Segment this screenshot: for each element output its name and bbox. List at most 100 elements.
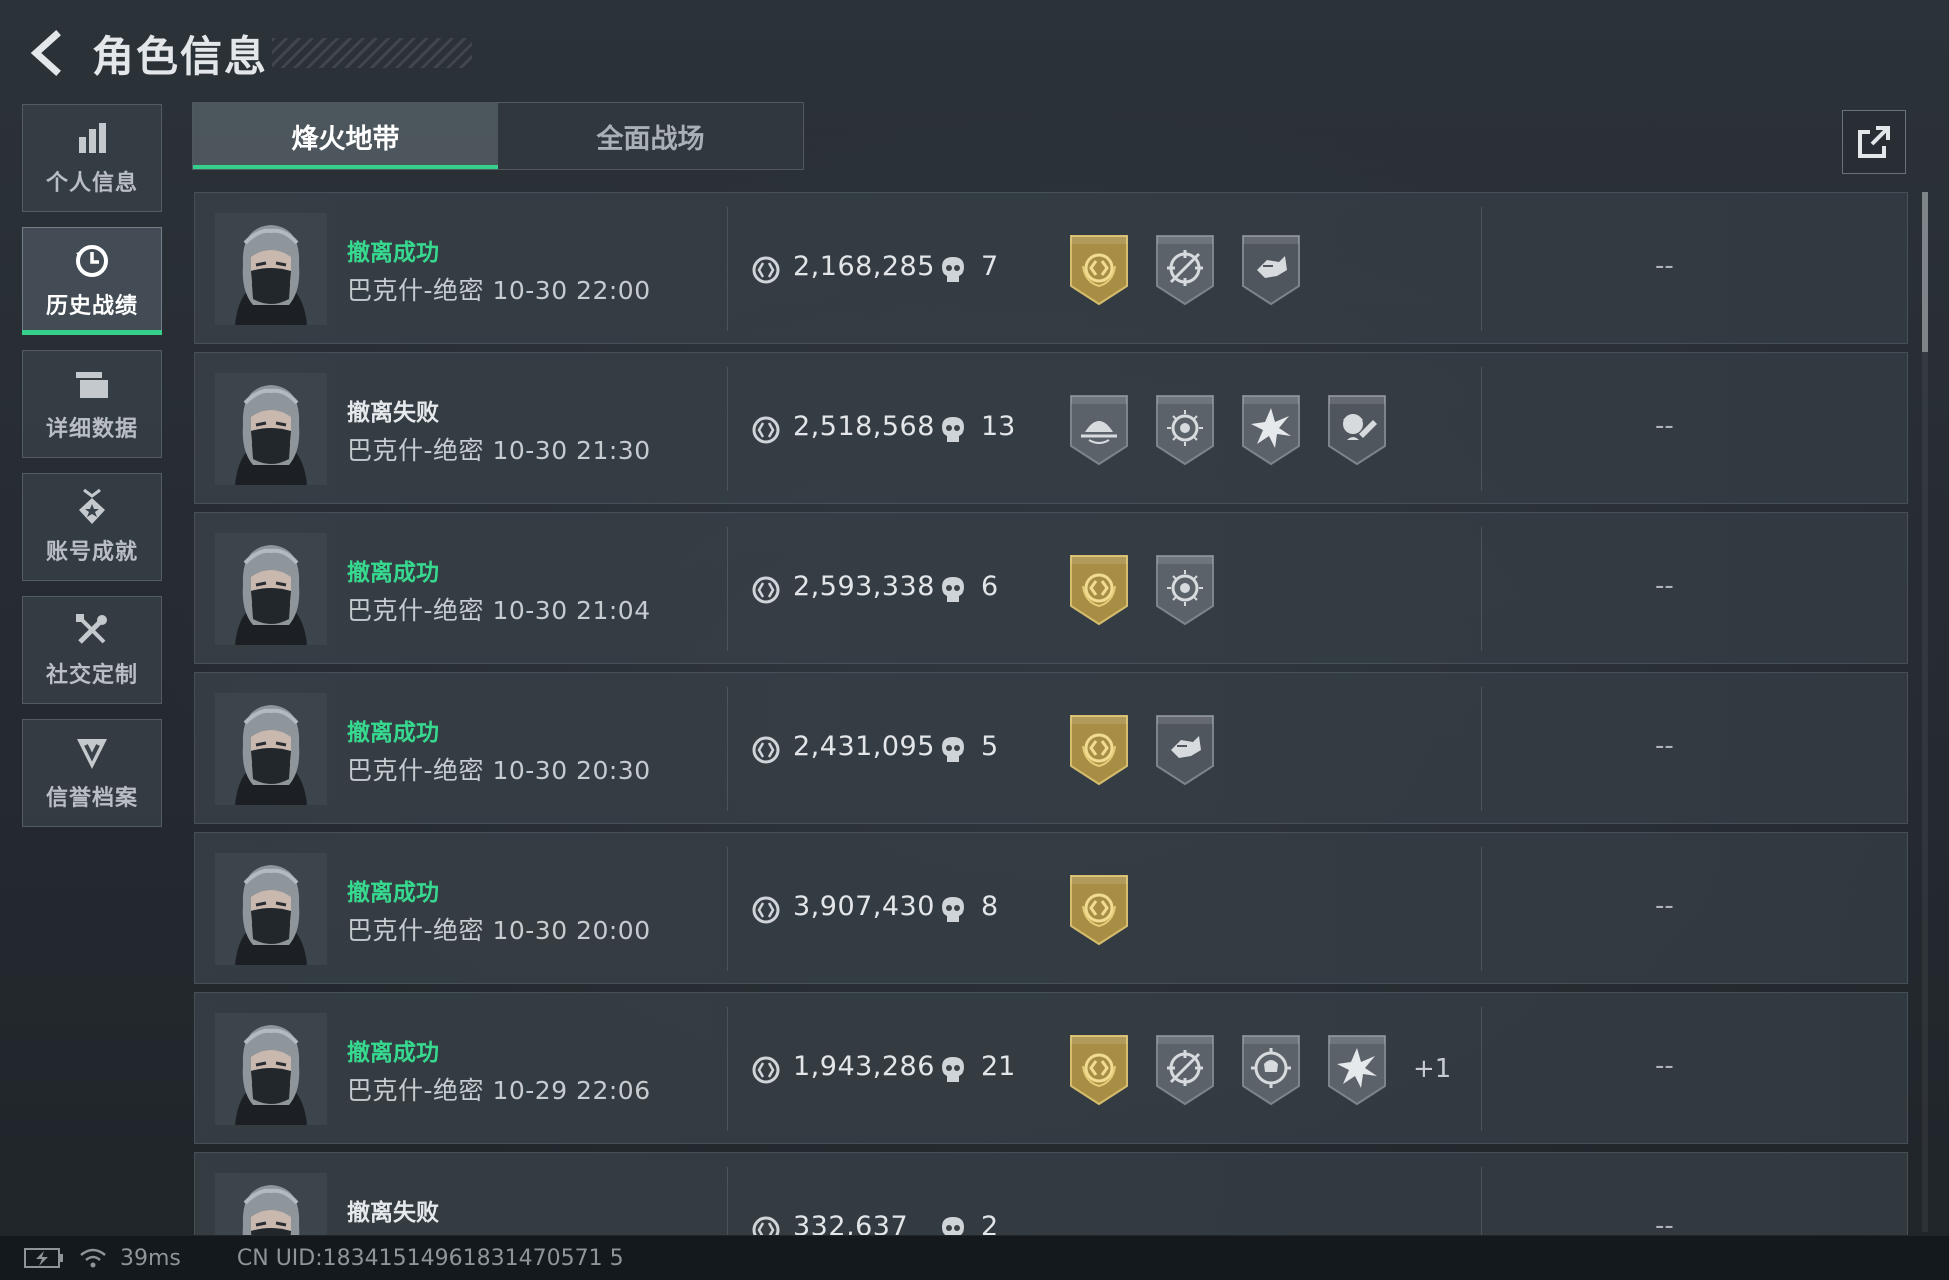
divider xyxy=(1481,1007,1482,1131)
wifi-icon xyxy=(80,1248,106,1268)
result-placeholder: -- xyxy=(1655,1051,1674,1081)
scroll-thumb[interactable] xyxy=(1922,192,1928,352)
sidebar-item-social-custom[interactable]: 社交定制 xyxy=(22,596,162,704)
sidebar-item-match-history[interactable]: 历史战绩 xyxy=(22,227,162,335)
burst-star-badge-icon[interactable] xyxy=(1323,1030,1391,1108)
ping-value: 39ms xyxy=(120,1245,181,1271)
coin-icon xyxy=(752,1056,780,1084)
kill-count: 13 xyxy=(981,411,1016,442)
skull-icon xyxy=(942,737,964,762)
sidebar-item-label: 信誉档案 xyxy=(45,786,138,811)
extraction-status: 撤离成功 xyxy=(347,720,439,746)
match-row[interactable]: 撤离成功 巴克什-绝密 10-30 20:30 2,431,095 5 -- xyxy=(194,672,1908,824)
avatar xyxy=(215,853,327,965)
crosshair-compass-badge-icon[interactable] xyxy=(1151,230,1219,308)
sidebar: 个人信息 历史战绩 详细数据 账号成就 社交定制 信誉档案 xyxy=(22,104,162,842)
map-and-time: 巴克什-绝密 10-30 21:30 xyxy=(347,436,651,465)
skull-icon xyxy=(942,417,964,442)
medal-icon xyxy=(73,488,111,526)
divider xyxy=(1481,207,1482,331)
tab-hazard-zone[interactable]: 烽火地带 xyxy=(193,103,498,169)
share-icon xyxy=(1858,126,1890,158)
tools-icon xyxy=(73,611,111,649)
loot-value: 2,168,285 xyxy=(793,251,935,282)
avatar xyxy=(215,693,327,805)
skull-icon xyxy=(942,257,964,282)
uid-label: CN UID:18341514961831470571 5 xyxy=(236,1245,624,1271)
divider xyxy=(1481,1167,1482,1235)
share-button[interactable] xyxy=(1842,110,1906,174)
avatar xyxy=(215,1173,327,1235)
sidebar-item-reputation[interactable]: 信誉档案 xyxy=(22,719,162,827)
page-title: 角色信息 xyxy=(92,31,269,81)
crosshair-compass-badge-icon[interactable] xyxy=(1151,1030,1219,1108)
match-history-list: 撤离成功 巴克什-绝密 10-30 22:00 2,168,285 7 -- 撤离失败 巴克… xyxy=(194,192,1908,1235)
shield-down-icon xyxy=(73,734,111,772)
divider xyxy=(1481,847,1482,971)
gold-extract-badge-icon[interactable] xyxy=(1065,870,1133,948)
skull-target-badge-icon[interactable] xyxy=(1237,1030,1305,1108)
gold-extract-badge-icon[interactable] xyxy=(1065,1030,1133,1108)
extraction-status: 撤离失败 xyxy=(347,1200,439,1226)
match-row[interactable]: 撤离失败 332,637 2 -- xyxy=(194,1152,1908,1235)
divider xyxy=(1481,527,1482,651)
more-badges-count[interactable]: +1 xyxy=(1413,1054,1451,1084)
match-row[interactable]: 撤离失败 巴克什-绝密 10-30 21:30 2,518,568 13 -- xyxy=(194,352,1908,504)
sidebar-item-label: 个人信息 xyxy=(45,171,138,196)
sidebar-item-achievements[interactable]: 账号成就 xyxy=(22,473,162,581)
soldier-head-badge-icon[interactable] xyxy=(1323,390,1391,468)
match-row[interactable]: 撤离成功 巴克什-绝密 10-30 22:00 2,168,285 7 -- xyxy=(194,192,1908,344)
coin-icon xyxy=(752,1216,780,1235)
divider xyxy=(727,687,728,811)
running-arm-badge-icon[interactable] xyxy=(1151,710,1219,788)
badge-list xyxy=(1065,709,1237,789)
dome-crest-badge-icon[interactable] xyxy=(1065,390,1133,468)
loot-value: 2,518,568 xyxy=(793,411,935,442)
skull-icon xyxy=(942,897,964,922)
divider xyxy=(727,1007,728,1131)
back-arrow-icon[interactable] xyxy=(22,25,70,81)
target-sun-badge-icon[interactable] xyxy=(1151,550,1219,628)
divider xyxy=(1481,367,1482,491)
bar-chart-icon xyxy=(73,119,111,157)
divider xyxy=(727,367,728,491)
match-row[interactable]: 撤离成功 巴克什-绝密 10-30 20:00 3,907,430 8 -- xyxy=(194,832,1908,984)
kill-count: 5 xyxy=(981,731,999,762)
clock-icon xyxy=(73,242,111,280)
loot-value: 332,637 xyxy=(793,1211,909,1235)
map-and-time: 巴克什-绝密 10-29 22:06 xyxy=(347,1076,651,1105)
tab-full-battlefield[interactable]: 全面战场 xyxy=(498,103,803,169)
skull-icon xyxy=(942,1057,964,1082)
badge-list xyxy=(1065,549,1237,629)
running-arm-badge-icon[interactable] xyxy=(1237,230,1305,308)
map-and-time: 巴克什-绝密 10-30 20:30 xyxy=(347,756,651,785)
burst-star-badge-icon[interactable] xyxy=(1237,390,1305,468)
gold-extract-badge-icon[interactable] xyxy=(1065,710,1133,788)
extraction-status: 撤离失败 xyxy=(347,400,439,426)
result-placeholder: -- xyxy=(1655,731,1674,761)
match-row[interactable]: 撤离成功 巴克什-绝密 10-30 21:04 2,593,338 6 -- xyxy=(194,512,1908,664)
sidebar-item-personal-info[interactable]: 个人信息 xyxy=(22,104,162,212)
scrollbar[interactable] xyxy=(1922,192,1928,1232)
coin-icon xyxy=(752,576,780,604)
badge-list xyxy=(1065,869,1151,949)
sidebar-item-detailed-data[interactable]: 详细数据 xyxy=(22,350,162,458)
gold-extract-badge-icon[interactable] xyxy=(1065,230,1133,308)
kill-count: 21 xyxy=(981,1051,1016,1082)
result-placeholder: -- xyxy=(1655,891,1674,921)
coin-icon xyxy=(752,896,780,924)
kill-count: 2 xyxy=(981,1211,999,1235)
divider xyxy=(727,1167,728,1235)
coin-icon xyxy=(752,416,780,444)
target-sun-badge-icon[interactable] xyxy=(1151,390,1219,468)
match-row[interactable]: 撤离成功 巴克什-绝密 10-29 22:06 1,943,286 21 +1 -- xyxy=(194,992,1908,1144)
sidebar-item-label: 历史战绩 xyxy=(45,294,138,319)
divider xyxy=(1481,687,1482,811)
kill-count: 8 xyxy=(981,891,999,922)
battery-icon xyxy=(24,1248,63,1268)
skull-icon xyxy=(942,577,964,602)
avatar xyxy=(215,373,327,485)
folder-icon xyxy=(73,365,111,403)
mode-tabs: 烽火地带 全面战场 xyxy=(192,102,804,170)
gold-extract-badge-icon[interactable] xyxy=(1065,550,1133,628)
